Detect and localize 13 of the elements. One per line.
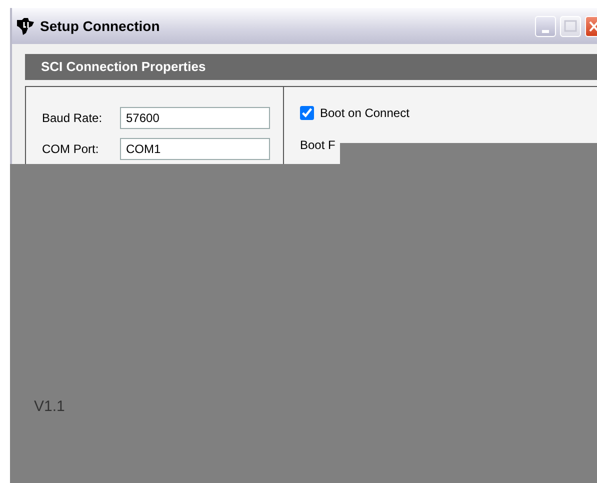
minimize-icon [542,30,549,33]
field-label: Boot F [300,137,336,154]
field-label: COM Port: [42,141,100,158]
close-button[interactable] [585,16,597,36]
field-label: Baud Rate: [42,110,104,127]
app-logo-icon [16,17,36,35]
checkbox[interactable] [300,106,314,120]
version-label: V1.1 [34,397,65,417]
section-header: SCI Connection Properties [25,54,597,80]
window-title: Setup Connection [40,16,161,36]
input-field[interactable]: COM1 [120,138,270,160]
checkbox-label: Boot on Connect [320,105,410,122]
input-field[interactable]: 57600 [120,107,270,129]
